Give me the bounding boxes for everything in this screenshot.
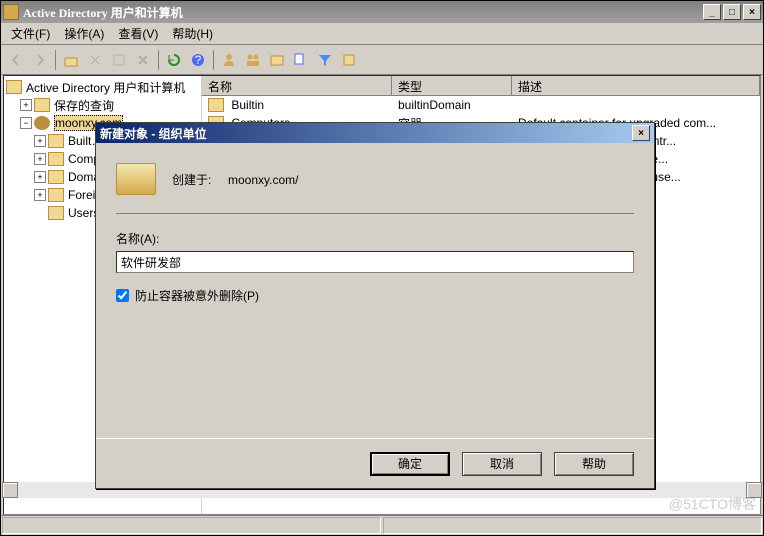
back-button[interactable] [5, 49, 27, 71]
cut-icon[interactable] [84, 49, 106, 71]
protect-checkbox-row[interactable]: 防止容器被意外删除(P) [116, 287, 634, 304]
col-type[interactable]: 类型 [392, 76, 512, 95]
delete-icon[interactable] [132, 49, 154, 71]
separator [158, 50, 159, 70]
list-header: 名称 类型 描述 [202, 76, 760, 96]
scroll-left-icon[interactable] [2, 482, 18, 498]
close-button[interactable]: × [743, 4, 761, 20]
menu-view[interactable]: 查看(V) [112, 23, 164, 44]
app-icon [3, 4, 19, 20]
options-icon[interactable] [338, 49, 360, 71]
list-item[interactable]: BuiltinbuiltinDomain [202, 96, 760, 114]
menu-help[interactable]: 帮助(H) [166, 23, 219, 44]
dialog-title-bar: 新建对象 - 组织单位 × [96, 123, 654, 143]
tree-root[interactable]: Active Directory 用户和计算机 [6, 78, 199, 96]
col-name[interactable]: 名称 [202, 76, 392, 95]
refresh-icon[interactable] [163, 49, 185, 71]
name-input[interactable] [116, 251, 634, 273]
find-icon[interactable] [290, 49, 312, 71]
svg-text:?: ? [195, 53, 202, 67]
menu-action[interactable]: 操作(A) [58, 23, 110, 44]
collapse-icon[interactable]: − [20, 117, 32, 129]
help-button[interactable]: 帮助 [554, 452, 634, 476]
dialog-close-button[interactable]: × [632, 125, 650, 141]
help-icon[interactable]: ? [187, 49, 209, 71]
expand-icon[interactable]: + [34, 135, 46, 147]
window-title: Active Directory 用户和计算机 [23, 4, 703, 21]
separator [213, 50, 214, 70]
created-in-value: moonxy.com/ [228, 173, 298, 187]
protect-checkbox[interactable] [116, 289, 129, 302]
tree-saved-queries[interactable]: +保存的查询 [6, 96, 199, 114]
created-in-label: 创建于: [172, 173, 211, 187]
expand-icon[interactable]: + [34, 189, 46, 201]
expand-icon[interactable]: + [34, 171, 46, 183]
ou-icon [116, 163, 156, 195]
expand-icon[interactable]: + [20, 99, 32, 111]
created-in-row: 创建于: moonxy.com/ [172, 171, 298, 188]
new-user-icon[interactable] [218, 49, 240, 71]
new-group-icon[interactable] [242, 49, 264, 71]
status-cell [2, 517, 381, 534]
watermark: @51CTO博客 [669, 494, 756, 514]
protect-label: 防止容器被意外删除(P) [135, 287, 259, 304]
cancel-button[interactable]: 取消 [462, 452, 542, 476]
maximize-button[interactable]: □ [723, 4, 741, 20]
menu-bar: 文件(F) 操作(A) 查看(V) 帮助(H) [1, 23, 763, 45]
forward-button[interactable] [29, 49, 51, 71]
new-ou-icon[interactable] [266, 49, 288, 71]
minimize-button[interactable]: _ [703, 4, 721, 20]
ok-button[interactable]: 确定 [370, 452, 450, 476]
status-bar [1, 515, 763, 535]
expand-icon[interactable]: + [34, 153, 46, 165]
status-cell [383, 517, 762, 534]
separator [55, 50, 56, 70]
col-desc[interactable]: 描述 [512, 76, 760, 95]
menu-file[interactable]: 文件(F) [5, 23, 56, 44]
filter-icon[interactable] [314, 49, 336, 71]
up-button[interactable] [60, 49, 82, 71]
title-bar: Active Directory 用户和计算机 _ □ × [1, 1, 763, 23]
properties-icon[interactable] [108, 49, 130, 71]
dialog-title: 新建对象 - 组织单位 [100, 125, 632, 142]
new-ou-dialog: 新建对象 - 组织单位 × 创建于: moonxy.com/ 名称(A): 防止… [95, 122, 655, 489]
name-label: 名称(A): [116, 230, 634, 247]
toolbar: ? [1, 45, 763, 75]
